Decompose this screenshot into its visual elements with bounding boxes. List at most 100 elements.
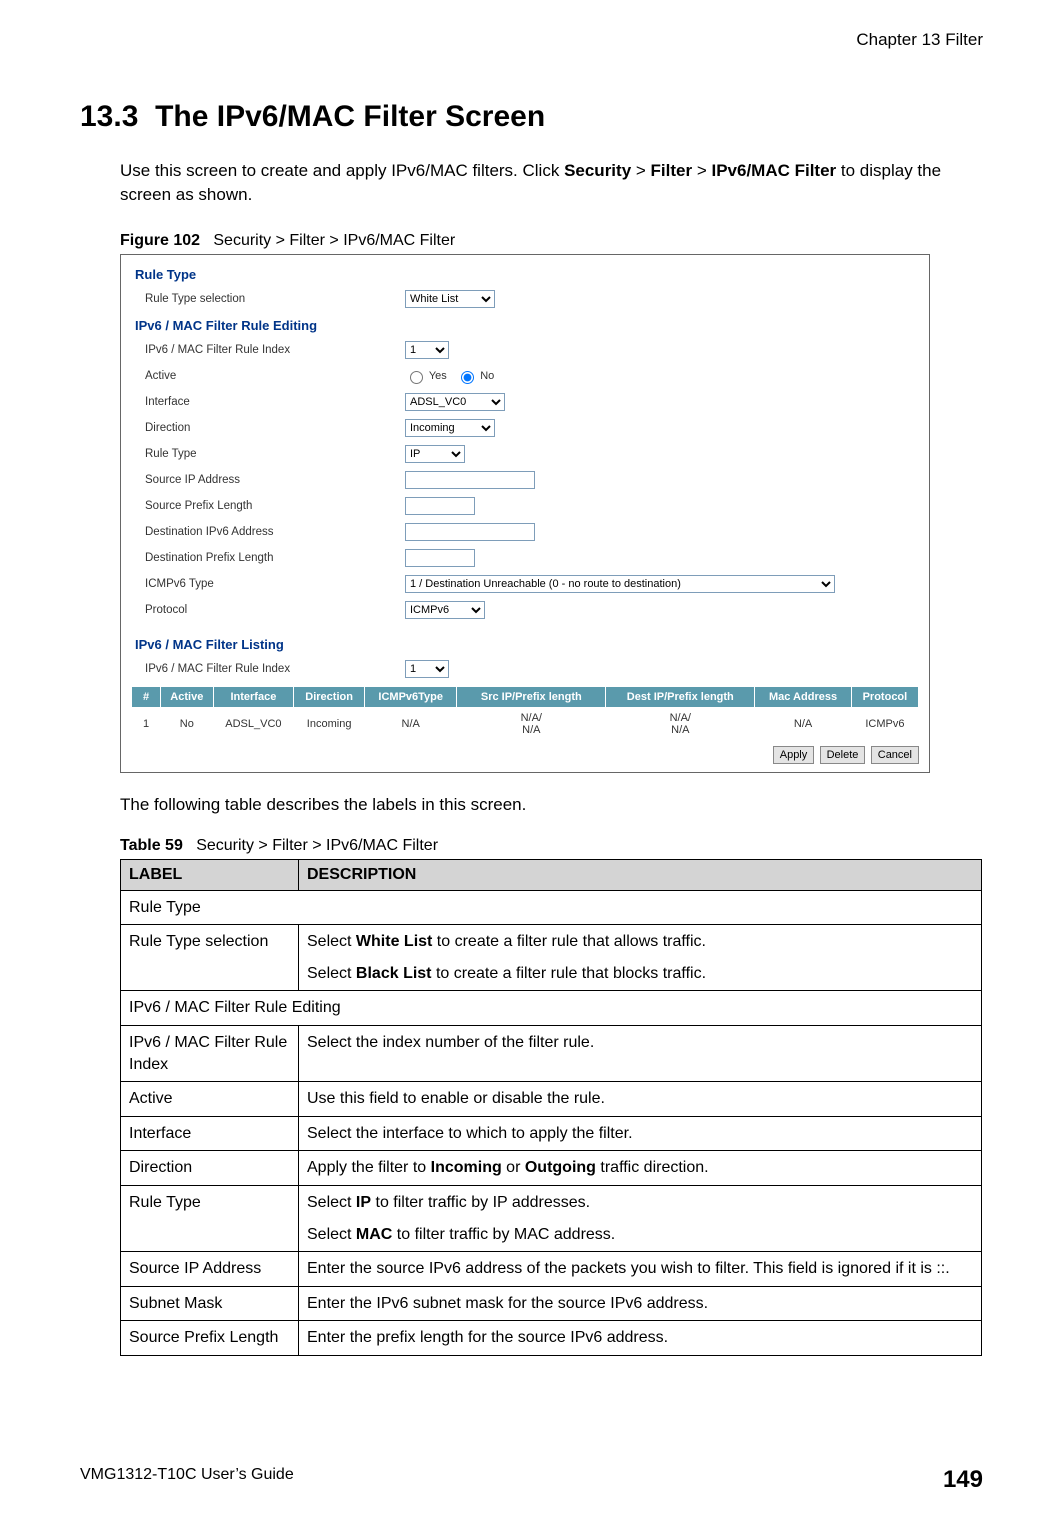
interface-label: Interface [145,396,405,408]
post-figure-text: The following table describes the labels… [120,795,983,815]
desc-label-ruletype-sel: Rule Type selection [121,925,299,991]
ruletype2-dropdown[interactable]: IP [405,445,465,463]
desc-th-label: LABEL [121,859,299,890]
figure-caption-text: Security > Filter > IPv6/MAC Filter [213,232,455,249]
th-direction: Direction [294,686,365,707]
srcip-input[interactable] [405,471,535,489]
th-interface: Interface [213,686,293,707]
figure-screenshot: Rule Type Rule Type selection White List… [120,254,930,773]
nav-ipv6mac: IPv6/MAC Filter [711,161,836,180]
rule-index-dropdown[interactable]: 1 [405,341,449,359]
protocol-label: Protocol [145,604,405,616]
desc-desc-ruleindex: Select the index number of the filter ru… [299,1026,982,1082]
dstplen-input[interactable] [405,549,475,567]
listing-index-dropdown[interactable]: 1 [405,660,449,678]
active-yes-text: Yes [429,370,447,382]
desc-row-ruletype-hdr: Rule Type [121,890,982,925]
ruletype-selection-label: Rule Type selection [145,293,405,305]
desc-desc-direction: Apply the filter to Incoming or Outgoing… [299,1151,982,1186]
ruletype-selection-dropdown[interactable]: White List [405,290,495,308]
desc-label-srcplen: Source Prefix Length [121,1321,299,1356]
desc-desc-ruletype2: Select IP to filter traffic by IP addres… [299,1186,982,1252]
section-number: 13.3 [80,100,138,133]
listing-header-row: # Active Interface Direction ICMPv6Type … [132,686,919,707]
active-yes-radio[interactable]: Yes [405,370,447,382]
figure-label: Figure 102 [120,232,200,249]
intro-paragraph: Use this screen to create and apply IPv6… [120,159,983,207]
protocol-dropdown[interactable]: ICMPv6 [405,601,485,619]
filter-listing-heading: IPv6 / MAC Filter Listing [135,637,919,652]
desc-desc-active: Use this field to enable or disable the … [299,1082,982,1117]
table-caption-text: Security > Filter > IPv6/MAC Filter [196,837,438,854]
desc-label-active: Active [121,1082,299,1117]
desc-th-desc: DESCRIPTION [299,859,982,890]
active-no-text: No [480,370,494,382]
nav-sep-2: > [692,161,711,180]
cell-dst: N/A/ N/A [606,707,755,740]
cell-proto: ICMPv6 [851,707,918,740]
desc-cell-ruletype-hdr: Rule Type [121,890,982,925]
cell-iface: ADSL_VC0 [213,707,293,740]
desc-row-srcip: Source IP Address Enter the source IPv6 … [121,1252,982,1287]
nav-security: Security [564,161,631,180]
th-active: Active [161,686,214,707]
apply-button[interactable]: Apply [773,746,815,764]
cell-mac: N/A [755,707,852,740]
table-label: Table 59 [120,837,183,854]
section-title: The IPv6/MAC Filter Screen [155,100,545,133]
th-icmp: ICMPv6Type [365,686,457,707]
rule-index-label: IPv6 / MAC Filter Rule Index [145,344,405,356]
desc-desc-subnet: Enter the IPv6 subnet mask for the sourc… [299,1286,982,1321]
direction-label: Direction [145,422,405,434]
listing-index-label: IPv6 / MAC Filter Rule Index [145,663,405,675]
desc-row-interface: Interface Select the interface to which … [121,1116,982,1151]
description-table: LABEL DESCRIPTION Rule Type Rule Type se… [120,859,982,1356]
filter-listing-table: # Active Interface Direction ICMPv6Type … [131,686,919,740]
desc-row-editing-hdr: IPv6 / MAC Filter Rule Editing [121,991,982,1026]
desc-desc-interface: Select the interface to which to apply t… [299,1116,982,1151]
rule-editing-heading: IPv6 / MAC Filter Rule Editing [135,318,919,333]
desc-cell-editing-hdr: IPv6 / MAC Filter Rule Editing [121,991,982,1026]
active-no-radio[interactable]: No [456,370,494,382]
desc-label-srcip: Source IP Address [121,1252,299,1287]
th-proto: Protocol [851,686,918,707]
dstip-input[interactable] [405,523,535,541]
direction-dropdown[interactable]: Incoming [405,419,495,437]
desc-row-ruletype-sel: Rule Type selection Select White List to… [121,925,982,991]
desc-row-subnet: Subnet Mask Enter the IPv6 subnet mask f… [121,1286,982,1321]
srcip-label: Source IP Address [145,474,405,486]
srcplen-label: Source Prefix Length [145,500,405,512]
section-heading: 13.3 The IPv6/MAC Filter Screen [80,100,983,134]
page-number: 149 [943,1466,983,1494]
listing-row: 1 No ADSL_VC0 Incoming N/A N/A/ N/A N/A/… [132,707,919,740]
icmp-label: ICMPv6 Type [145,578,405,590]
chapter-header: Chapter 13 Filter [80,30,983,50]
figure-caption: Figure 102 Security > Filter > IPv6/MAC … [120,232,983,250]
cell-active: No [161,707,214,740]
cancel-button[interactable]: Cancel [871,746,919,764]
cell-dir: Incoming [294,707,365,740]
th-dst: Dest IP/Prefix length [606,686,755,707]
desc-row-ruletype2: Rule Type Select IP to filter traffic by… [121,1186,982,1252]
th-mac: Mac Address [755,686,852,707]
cell-icmp: N/A [365,707,457,740]
delete-button[interactable]: Delete [820,746,866,764]
nav-sep-1: > [631,161,650,180]
desc-label-ruleindex: IPv6 / MAC Filter Rule Index [121,1026,299,1082]
interface-dropdown[interactable]: ADSL_VC0 [405,393,505,411]
ruletype-heading: Rule Type [135,267,919,282]
th-num: # [132,686,161,707]
desc-label-subnet: Subnet Mask [121,1286,299,1321]
intro-text-a: Use this screen to create and apply IPv6… [120,161,564,180]
desc-desc-srcplen: Enter the prefix length for the source I… [299,1321,982,1356]
active-label: Active [145,370,405,382]
desc-row-direction: Direction Apply the filter to Incoming o… [121,1151,982,1186]
desc-row-srcplen: Source Prefix Length Enter the prefix le… [121,1321,982,1356]
srcplen-input[interactable] [405,497,475,515]
desc-desc-ruletype-sel: Select White List to create a filter rul… [299,925,982,991]
cell-num: 1 [132,707,161,740]
desc-label-direction: Direction [121,1151,299,1186]
icmp-dropdown[interactable]: 1 / Destination Unreachable (0 - no rout… [405,575,835,593]
nav-filter: Filter [651,161,693,180]
dstip-label: Destination IPv6 Address [145,526,405,538]
